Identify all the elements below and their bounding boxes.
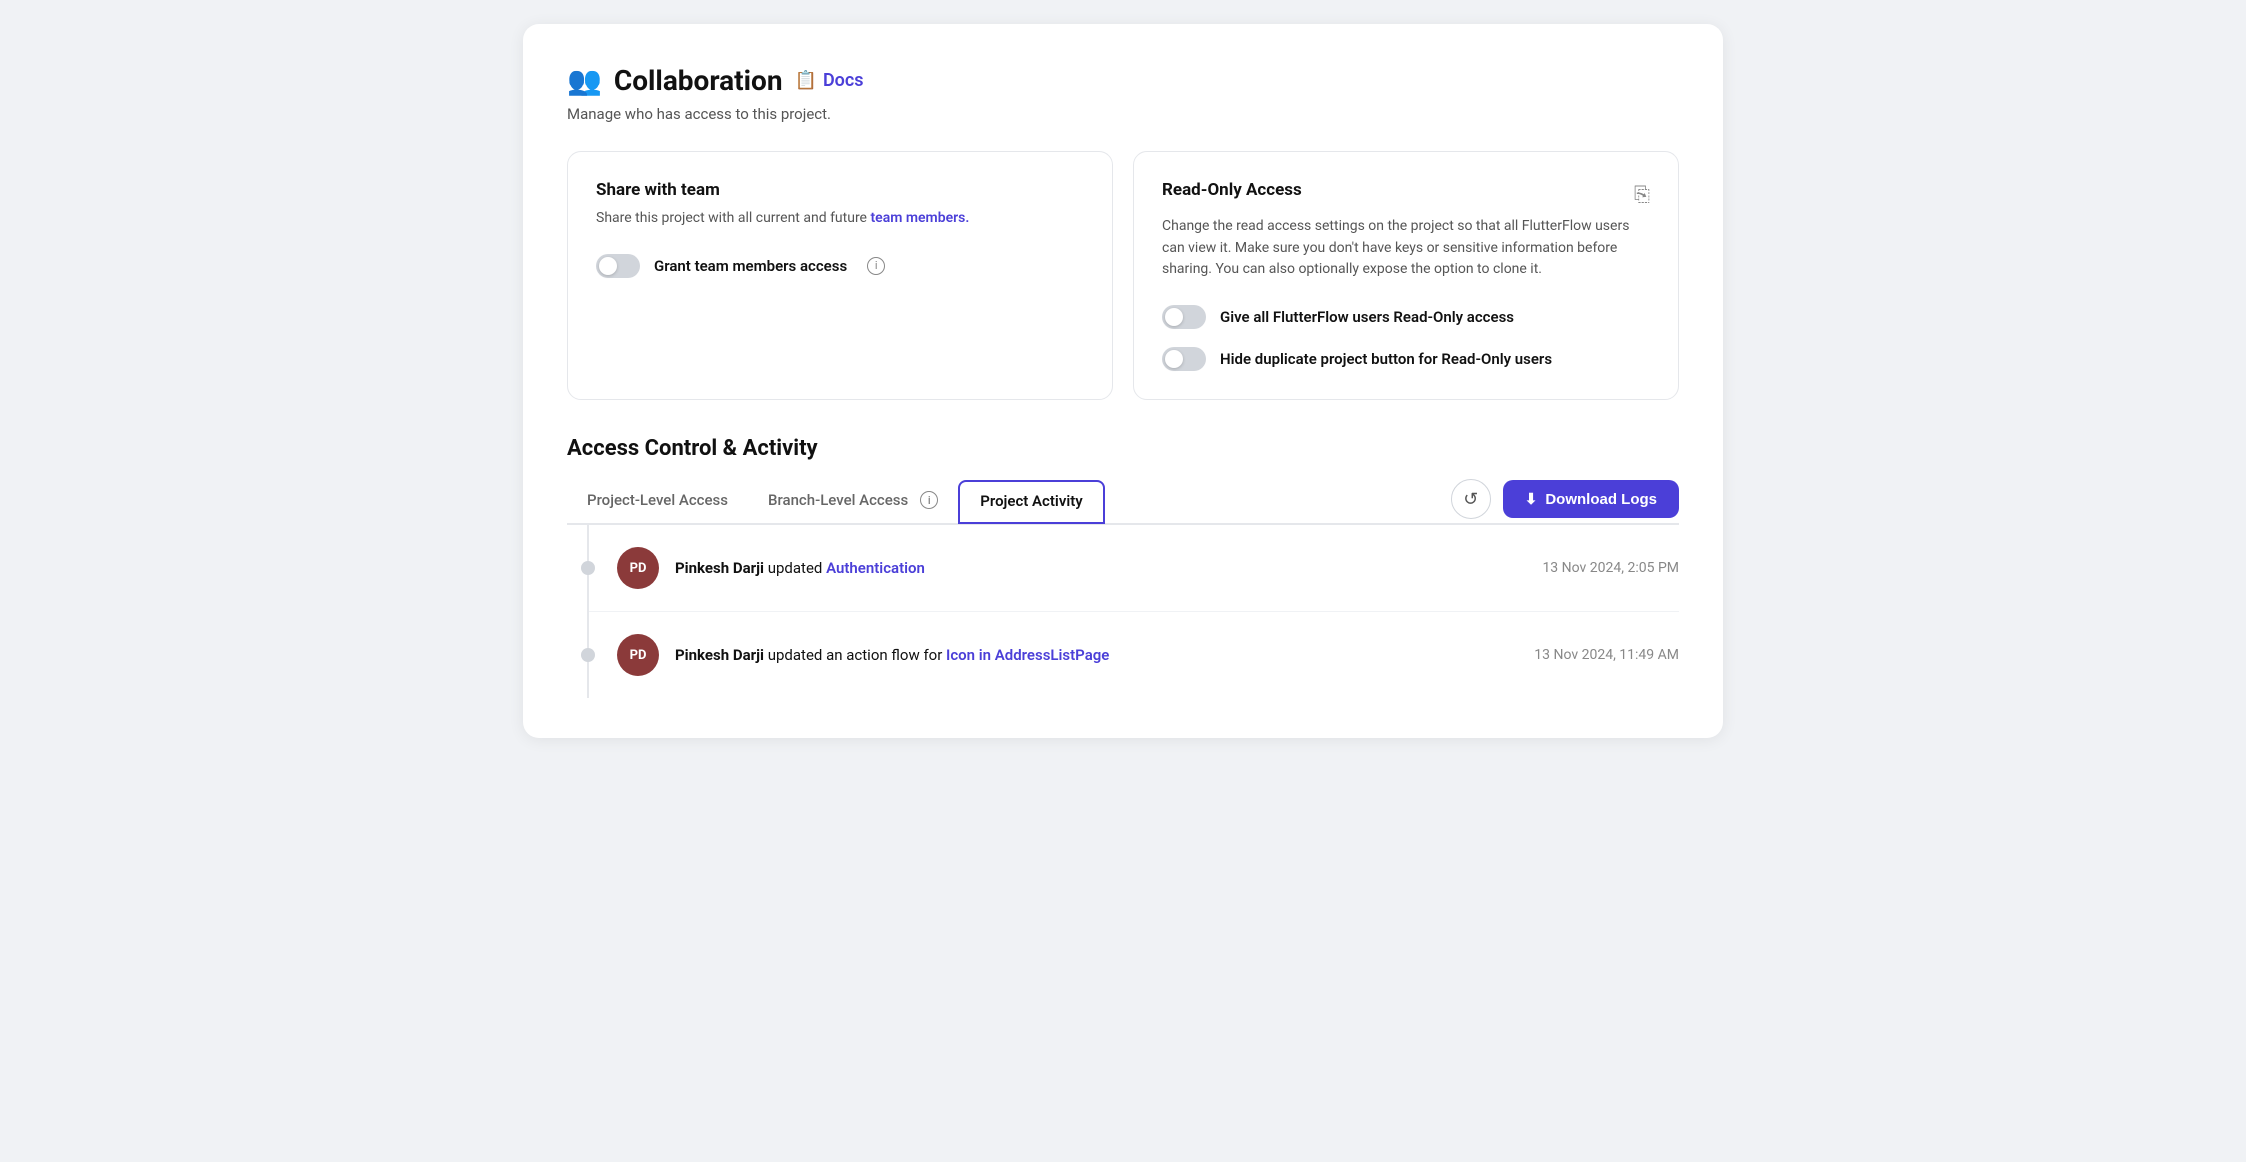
tabs-actions: ↺ ⬇ Download Logs: [1451, 479, 1679, 523]
download-icon: ⬇: [1525, 490, 1538, 508]
user-name: Pinkesh Darji: [675, 559, 764, 577]
team-members-link[interactable]: team members.: [870, 210, 969, 226]
share-with-team-card: Share with team Share this project with …: [567, 151, 1113, 400]
docs-link[interactable]: 📋 Docs: [795, 70, 864, 91]
activity-time: 13 Nov 2024, 11:49 AM: [1534, 647, 1679, 663]
readonly-toggle2-row: Hide duplicate project button for Read-O…: [1162, 347, 1650, 371]
action-text: updated: [768, 559, 826, 577]
readonly-toggle2[interactable]: [1162, 347, 1206, 371]
avatar: PD: [617, 634, 659, 676]
docs-label: Docs: [823, 70, 864, 91]
tab-project-level-access[interactable]: Project-Level Access: [567, 481, 748, 521]
grant-access-info-icon[interactable]: i: [867, 257, 885, 275]
avatar: PD: [617, 547, 659, 589]
branch-level-info-icon[interactable]: i: [920, 491, 938, 509]
readonly-toggle2-label: Hide duplicate project button for Read-O…: [1220, 350, 1552, 368]
readonly-card-title: Read-Only Access: [1162, 180, 1302, 200]
tab-project-activity[interactable]: Project Activity: [958, 480, 1104, 524]
cards-row: Share with team Share this project with …: [567, 151, 1679, 400]
user-name: Pinkesh Darji: [675, 646, 764, 664]
refresh-button[interactable]: ↺: [1451, 479, 1491, 519]
collaboration-icon: 👥: [567, 64, 602, 97]
page-header: 👥 Collaboration 📋 Docs: [567, 64, 1679, 97]
grant-access-toggle-row: Grant team members access i: [596, 254, 1084, 278]
action-text: updated an action flow for: [768, 646, 946, 664]
share-card-title: Share with team: [596, 180, 1084, 200]
readonly-access-card: Read-Only Access ⎘ Change the read acces…: [1133, 151, 1679, 400]
tab-branch-level-access[interactable]: Branch-Level Access i: [748, 481, 958, 521]
grant-access-toggle[interactable]: [596, 254, 640, 278]
activity-left: PD Pinkesh Darji updated an action flow …: [617, 634, 1109, 676]
access-section-title: Access Control & Activity: [567, 436, 1679, 461]
grant-access-label: Grant team members access: [654, 257, 847, 275]
table-row: PD Pinkesh Darji updated an action flow …: [589, 612, 1679, 698]
readonly-toggle1[interactable]: [1162, 305, 1206, 329]
tabs-bar: Project-Level Access Branch-Level Access…: [567, 479, 1679, 525]
readonly-card-description: Change the read access settings on the p…: [1162, 216, 1650, 281]
table-row: PD Pinkesh Darji updated Authentication …: [589, 525, 1679, 612]
download-logs-button[interactable]: ⬇ Download Logs: [1503, 480, 1679, 518]
activity-time: 13 Nov 2024, 2:05 PM: [1542, 560, 1679, 576]
readonly-card-header: Read-Only Access ⎘: [1162, 180, 1650, 208]
activity-link[interactable]: Icon in AddressListPage: [946, 646, 1109, 664]
activity-link[interactable]: Authentication: [826, 559, 925, 577]
main-card: 👥 Collaboration 📋 Docs Manage who has ac…: [523, 24, 1723, 738]
download-label: Download Logs: [1545, 491, 1657, 508]
share-card-description: Share this project with all current and …: [596, 208, 1084, 230]
activity-dot: [581, 561, 595, 575]
activity-text: Pinkesh Darji updated an action flow for…: [675, 646, 1109, 664]
page-subtitle: Manage who has access to this project.: [567, 105, 1679, 123]
page-title: Collaboration: [614, 64, 783, 97]
readonly-toggle1-label: Give all FlutterFlow users Read-Only acc…: [1220, 308, 1514, 326]
activity-text: Pinkesh Darji updated Authentication: [675, 559, 925, 577]
copy-icon[interactable]: ⎘: [1634, 182, 1650, 206]
activity-list: PD Pinkesh Darji updated Authentication …: [587, 525, 1679, 698]
readonly-toggle1-row: Give all FlutterFlow users Read-Only acc…: [1162, 305, 1650, 329]
docs-icon: 📋: [795, 70, 817, 91]
activity-left: PD Pinkesh Darji updated Authentication: [617, 547, 925, 589]
activity-dot: [581, 648, 595, 662]
